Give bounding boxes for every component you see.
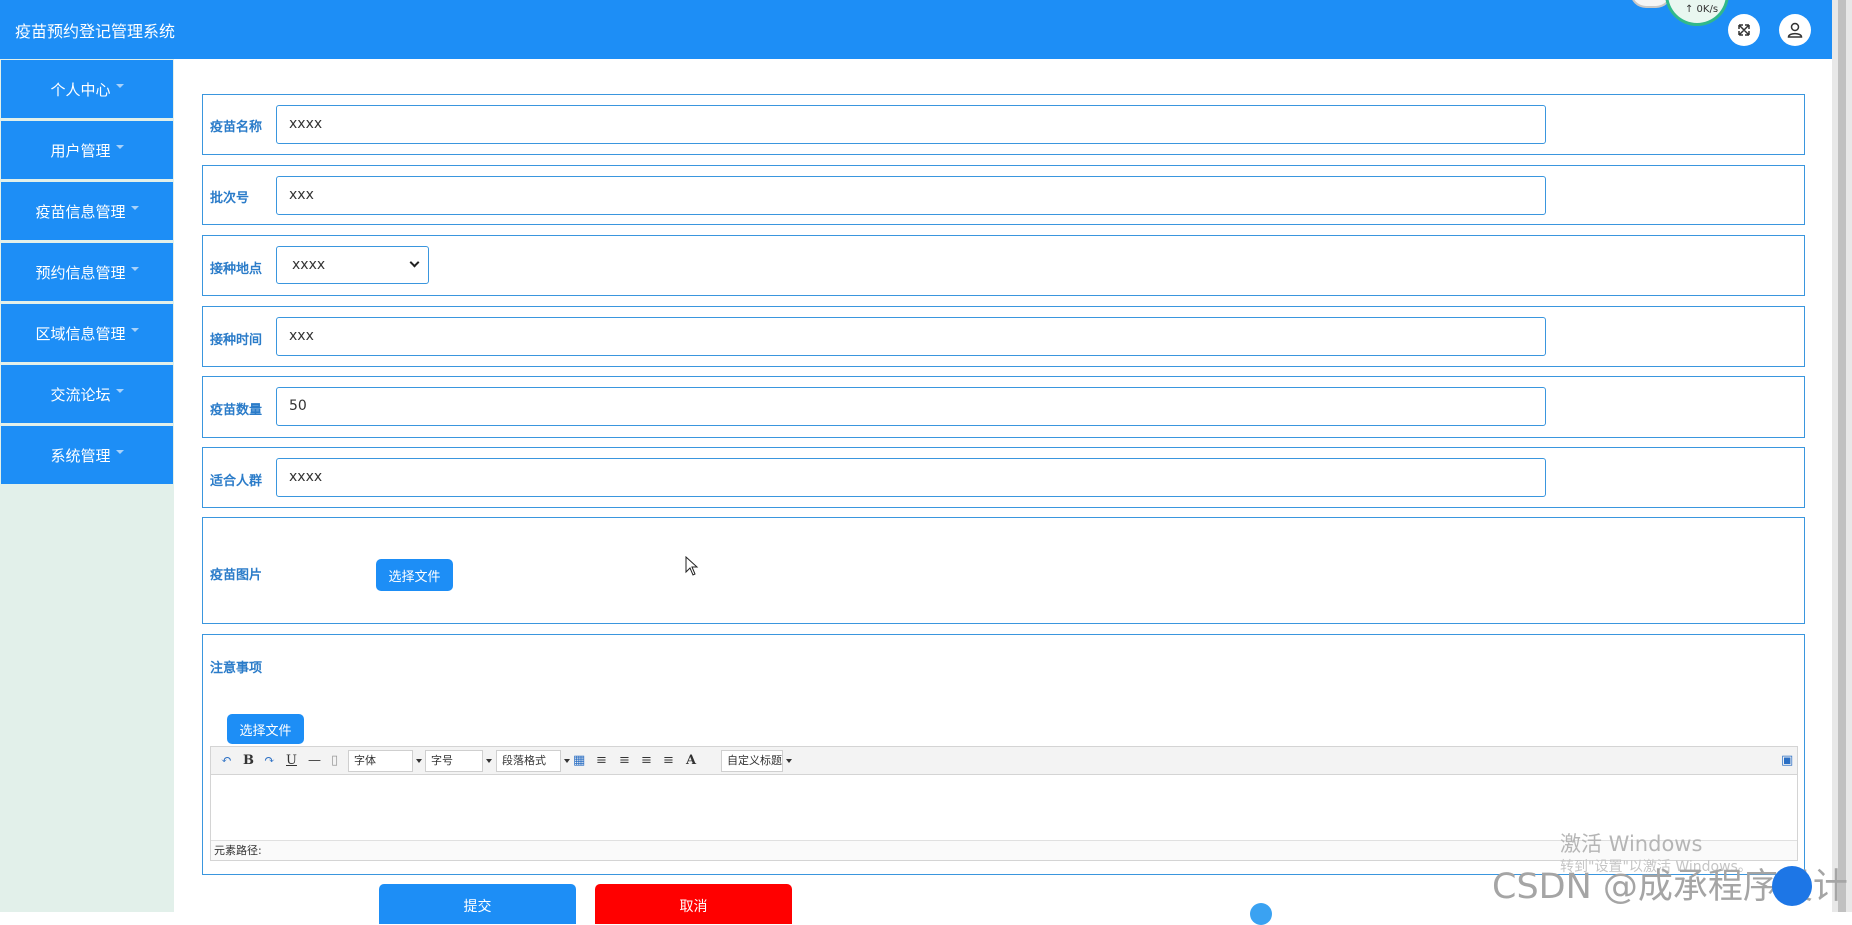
quantity-label: 疫苗数量 bbox=[210, 403, 263, 418]
location-select-value: xxxx bbox=[292, 257, 326, 273]
vaccine-image-label: 疫苗图片 bbox=[210, 568, 263, 583]
sidebar-item-label: 区域信息管理 bbox=[35, 324, 126, 343]
chevron-down-icon bbox=[130, 328, 139, 332]
font-family-select[interactable]: 字体 bbox=[348, 750, 422, 772]
sidebar-item-label: 个人中心 bbox=[50, 80, 111, 99]
underline-icon[interactable]: U bbox=[286, 753, 297, 768]
chevron-down-icon bbox=[416, 759, 422, 763]
floating-action-button[interactable] bbox=[1772, 866, 1812, 906]
chevron-down-icon bbox=[130, 206, 139, 210]
choose-image-file-button[interactable]: 选择文件 bbox=[376, 559, 453, 591]
vaccine-name-label: 疫苗名称 bbox=[210, 120, 263, 135]
time-input[interactable]: xxx bbox=[276, 317, 1546, 356]
page-icon[interactable]: ▯ bbox=[331, 753, 338, 768]
fullscreen-editor-icon[interactable]: ▣ bbox=[1781, 753, 1793, 768]
time-row: 接种时间 xxx bbox=[202, 306, 1805, 367]
mouse-cursor-icon bbox=[685, 555, 699, 580]
floating-dot bbox=[1250, 903, 1272, 925]
undo-icon[interactable]: ↶ bbox=[221, 753, 232, 768]
redo-icon[interactable]: ↷ bbox=[264, 753, 275, 768]
user-icon[interactable] bbox=[1779, 14, 1811, 46]
sidebar-item-label: 系统管理 bbox=[50, 446, 111, 465]
location-label: 接种地点 bbox=[210, 262, 263, 277]
sidebar-item-label: 用户管理 bbox=[50, 141, 111, 160]
batch-number-label: 批次号 bbox=[210, 191, 250, 206]
sidebar-item-forum[interactable]: 交流论坛 bbox=[1, 365, 173, 423]
sidebar-item-label: 疫苗信息管理 bbox=[35, 202, 126, 221]
editor-toolbar: ↶ B ↷ U — ▯ 字体 字号 段落格式 ▦ ≡ ≡ ≡ ≡ A 自定义标题… bbox=[211, 747, 1797, 775]
font-color-icon[interactable]: A bbox=[686, 753, 696, 768]
font-size-select[interactable]: 字号 bbox=[425, 750, 492, 772]
submit-label: 提交 bbox=[463, 899, 492, 915]
custom-title-value: 自定义标题 bbox=[727, 754, 782, 767]
paragraph-format-select[interactable]: 段落格式 bbox=[496, 750, 570, 772]
fullscreen-icon[interactable] bbox=[1728, 14, 1760, 46]
chevron-down-icon bbox=[786, 759, 792, 763]
font-size-value: 字号 bbox=[431, 754, 453, 767]
chevron-down-icon bbox=[486, 759, 492, 763]
scrollbar-thumb[interactable] bbox=[1838, 0, 1846, 912]
chevron-down-icon bbox=[409, 257, 420, 268]
location-row: 接种地点 xxxx bbox=[202, 235, 1805, 296]
sidebar-item-user-management[interactable]: 用户管理 bbox=[1, 121, 173, 179]
sidebar-item-vaccine-info[interactable]: 疫苗信息管理 bbox=[1, 182, 173, 240]
vaccine-name-row: 疫苗名称 xxxx bbox=[202, 94, 1805, 155]
bold-icon[interactable]: B bbox=[243, 753, 254, 768]
sidebar-item-appointment-info[interactable]: 预约信息管理 bbox=[1, 243, 173, 301]
quantity-input[interactable]: 50 bbox=[276, 387, 1546, 426]
time-label: 接种时间 bbox=[210, 333, 263, 348]
vaccine-name-input[interactable]: xxxx bbox=[276, 105, 1546, 144]
chevron-down-icon bbox=[115, 389, 124, 393]
horizontal-rule-icon[interactable]: — bbox=[308, 753, 321, 768]
align-center-icon[interactable]: ≡ bbox=[641, 753, 652, 768]
sidebar-item-personal-center[interactable]: 个人中心 bbox=[1, 60, 173, 118]
sidebar-item-system-management[interactable]: 系统管理 bbox=[1, 426, 173, 484]
chevron-down-icon bbox=[115, 84, 124, 88]
custom-title-select[interactable]: 自定义标题 bbox=[721, 750, 792, 772]
population-label: 适合人群 bbox=[210, 474, 263, 489]
network-speed-badge: ↑ 0K/s bbox=[1665, 0, 1729, 26]
batch-number-row: 批次号 xxx bbox=[202, 165, 1805, 225]
choose-notes-file-button[interactable]: 选择文件 bbox=[227, 714, 304, 744]
app-title: 疫苗预约登记管理系统 bbox=[15, 22, 176, 41]
quantity-row: 疫苗数量 50 bbox=[202, 376, 1805, 438]
table-icon[interactable]: ▦ bbox=[573, 753, 585, 768]
location-select[interactable]: xxxx bbox=[276, 246, 429, 284]
align-right-icon[interactable]: ≡ bbox=[619, 753, 630, 768]
windows-activation-watermark: 激活 Windows bbox=[1560, 832, 1703, 856]
population-row: 适合人群 xxxx bbox=[202, 447, 1805, 508]
align-left-icon[interactable]: ≡ bbox=[596, 753, 607, 768]
chevron-down-icon bbox=[115, 145, 124, 149]
sidebar-item-region-info[interactable]: 区域信息管理 bbox=[1, 304, 173, 362]
sidebar-item-label: 交流论坛 bbox=[50, 385, 111, 404]
paragraph-format-value: 段落格式 bbox=[502, 754, 546, 767]
vaccine-image-row: 疫苗图片 选择文件 bbox=[202, 517, 1805, 624]
cancel-label: 取消 bbox=[679, 899, 708, 915]
sidebar-item-label: 预约信息管理 bbox=[35, 263, 126, 282]
chevron-down-icon bbox=[130, 267, 139, 271]
top-bar: 疫苗预约登记管理系统 ↑ 0K/s bbox=[0, 0, 1832, 59]
batch-number-input[interactable]: xxx bbox=[276, 176, 1546, 215]
align-justify-icon[interactable]: ≡ bbox=[663, 753, 674, 768]
page-scrollbar[interactable] bbox=[1832, 0, 1852, 912]
sidebar: 个人中心 用户管理 疫苗信息管理 预约信息管理 区域信息管理 交流论坛 系统管理 bbox=[0, 59, 174, 912]
chevron-down-icon bbox=[564, 759, 570, 763]
cancel-button[interactable]: 取消 bbox=[595, 884, 792, 924]
chevron-down-icon bbox=[115, 450, 124, 454]
submit-button[interactable]: 提交 bbox=[379, 884, 576, 924]
notes-label: 注意事项 bbox=[210, 661, 263, 676]
font-family-value: 字体 bbox=[354, 754, 376, 767]
population-input[interactable]: xxxx bbox=[276, 458, 1546, 497]
network-speed-text: ↑ 0K/s bbox=[1685, 4, 1719, 15]
